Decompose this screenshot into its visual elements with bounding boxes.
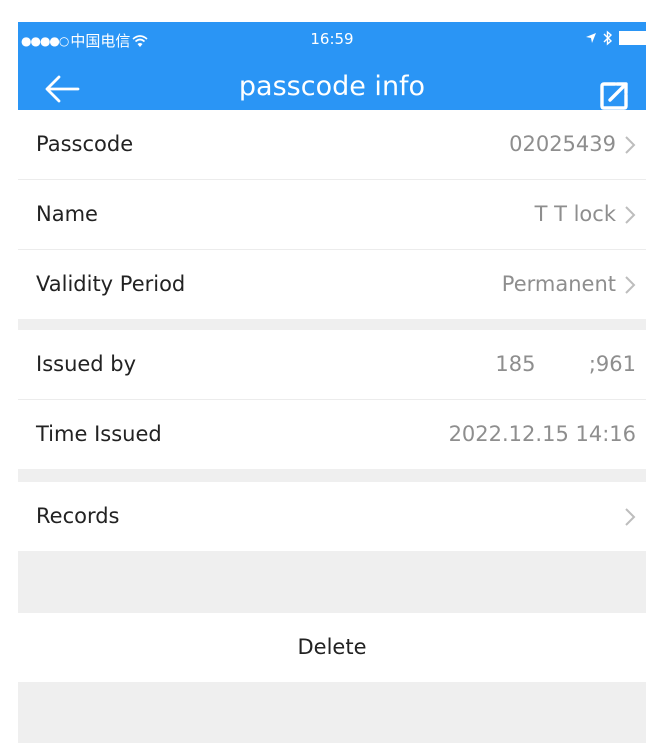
passcode-value: 02025439 <box>509 132 616 156</box>
passcode-row[interactable]: Passcode 02025439 <box>18 110 646 180</box>
validity-period-row[interactable]: Validity Period Permanent <box>18 250 646 319</box>
bluetooth-icon <box>603 30 613 46</box>
passcode-label: Passcode <box>36 132 134 156</box>
chevron-right-icon <box>625 508 636 526</box>
name-label: Name <box>36 202 98 226</box>
phone-screen: ●●●●○ 中国电信 16:59 passcode info Passcode … <box>18 22 646 743</box>
issued-by-value: 185 ;961 <box>495 352 636 376</box>
issued-by-row: Issued by 185 ;961 <box>18 330 646 400</box>
issued-by-label: Issued by <box>36 352 137 376</box>
records-row[interactable]: Records <box>18 482 646 551</box>
share-export-icon[interactable] <box>598 80 630 112</box>
chevron-right-icon <box>625 136 636 154</box>
issue-info-section: Issued by 185 ;961 Time Issued 2022.12.1… <box>18 330 646 469</box>
chevron-right-icon <box>625 276 636 294</box>
status-icons <box>585 30 646 46</box>
records-section: Records <box>18 482 646 551</box>
passcode-details-section: Passcode 02025439 Name T T lock Validity… <box>18 110 646 319</box>
page-title: passcode info <box>238 71 426 102</box>
name-row[interactable]: Name T T lock <box>18 180 646 250</box>
records-label: Records <box>36 504 120 528</box>
location-arrow-icon <box>586 33 596 43</box>
time-issued-label: Time Issued <box>36 422 162 446</box>
time-issued-value: 2022.12.15 14:16 <box>448 422 636 446</box>
delete-button[interactable]: Delete <box>18 613 646 682</box>
validity-period-value: Permanent <box>501 272 616 296</box>
chevron-right-icon <box>625 206 636 224</box>
battery-icon <box>619 31 646 45</box>
status-bar: ●●●●○ 中国电信 16:59 <box>18 22 646 56</box>
name-value: T T lock <box>534 202 616 226</box>
clock: 16:59 <box>310 30 354 48</box>
time-issued-row: Time Issued 2022.12.15 14:16 <box>18 400 646 469</box>
validity-period-label: Validity Period <box>36 272 186 296</box>
